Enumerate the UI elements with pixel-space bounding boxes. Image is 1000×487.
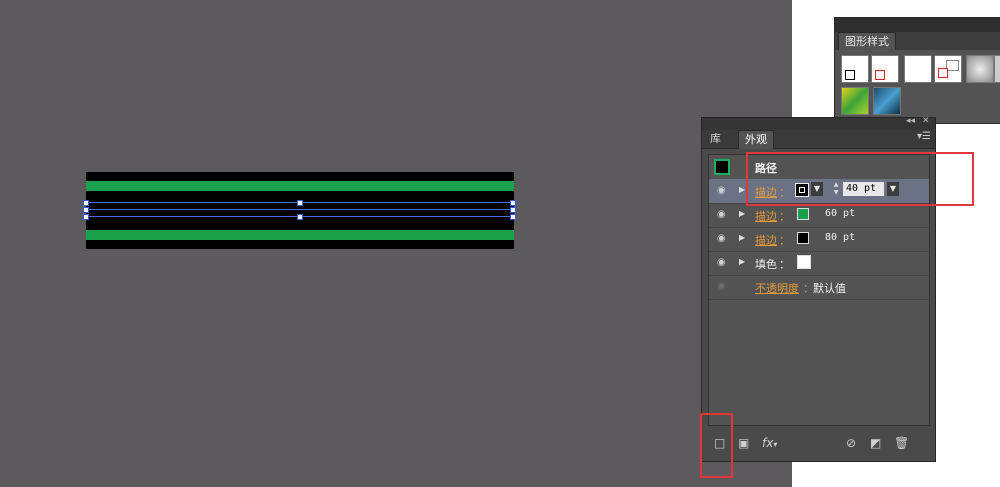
stroke-row-3[interactable]: ◉ ▶ 描边 ： 80 pt: [709, 227, 929, 252]
visibility-eye-icon[interactable]: ◉: [717, 233, 726, 244]
fill-colon: ：: [779, 258, 790, 271]
visibility-eye-icon[interactable]: ◉: [717, 209, 726, 220]
graphic-style-swatch[interactable]: [873, 87, 901, 115]
visibility-eye-icon[interactable]: ◉: [717, 257, 726, 268]
expand-triangle-icon[interactable]: ▶: [739, 185, 745, 194]
visibility-eye-icon[interactable]: ◉: [717, 185, 726, 196]
fx-label: fx: [762, 436, 774, 450]
stroke-color-swatch[interactable]: [797, 208, 809, 220]
fill-color-swatch[interactable]: [797, 255, 811, 269]
collapse-icon[interactable]: ◂◂: [906, 116, 915, 126]
stroke-row-2[interactable]: ◉ ▶ 描边 ： 60 pt: [709, 203, 929, 228]
anchor-handle[interactable]: [83, 214, 89, 220]
appearance-tabbar: 库 外观 ▾☰: [702, 130, 935, 149]
panel-titlebar[interactable]: ◂◂ ✕: [702, 116, 935, 130]
stroke-label[interactable]: 描边: [755, 208, 777, 224]
graphic-style-swatch[interactable]: [966, 55, 994, 83]
fill-row[interactable]: ◉ ▶ 填色 ：: [709, 251, 929, 276]
opacity-row[interactable]: ◉ 不透明度 ： 默认值: [709, 275, 929, 300]
graphic-style-swatch[interactable]: [904, 55, 932, 83]
anchor-handle[interactable]: [297, 214, 303, 220]
panel-titlebar[interactable]: [835, 18, 1000, 32]
path-thumbnail-icon: [714, 159, 730, 175]
highlight-box-stroke: [746, 152, 974, 206]
expand-triangle-icon[interactable]: ▶: [739, 257, 745, 266]
add-effect-icon[interactable]: fx▾: [762, 436, 777, 450]
tab-appearance[interactable]: 外观: [738, 130, 774, 149]
visibility-eye-icon[interactable]: ◉: [717, 281, 726, 292]
anchor-handle[interactable]: [510, 214, 516, 220]
delete-item-icon[interactable]: 🗑: [894, 436, 909, 450]
close-icon[interactable]: ✕: [922, 116, 930, 126]
appearance-bottom-toolbar: □ ▣ fx▾ ⊘ ◩ 🗑: [702, 427, 935, 461]
panel-menu-icon[interactable]: ▾☰: [917, 131, 931, 142]
expand-triangle-icon[interactable]: ▶: [739, 233, 745, 242]
fill-label: 填色: [755, 258, 777, 271]
tab-library[interactable]: 库: [704, 130, 727, 148]
anchor-handle[interactable]: [510, 207, 516, 213]
stroke-color-swatch[interactable]: [797, 232, 809, 244]
path-line-mid: [86, 209, 514, 210]
opacity-value: 默认值: [813, 282, 846, 295]
selected-path-artwork[interactable]: [83, 172, 516, 249]
stroke-weight-value: 60 pt: [825, 208, 856, 219]
opacity-label[interactable]: 不透明度: [755, 280, 799, 296]
tab-graphic-styles[interactable]: 图形样式: [838, 32, 896, 50]
graphic-style-swatch[interactable]: [841, 55, 869, 83]
graphic-style-swatch[interactable]: [841, 87, 869, 115]
anchor-handle[interactable]: [510, 200, 516, 206]
clear-appearance-icon[interactable]: ⊘: [846, 436, 856, 450]
highlight-box-add-stroke: [700, 413, 733, 478]
anchor-handle[interactable]: [83, 207, 89, 213]
graphic-style-swatch[interactable]: [994, 55, 1000, 83]
anchor-handle[interactable]: [297, 200, 303, 206]
graphic-styles-grid: [835, 50, 1000, 123]
add-new-fill-icon[interactable]: ▣: [738, 436, 749, 450]
graphic-style-swatch[interactable]: [934, 55, 962, 83]
inner-black-stroke: [86, 191, 514, 230]
duplicate-item-icon[interactable]: ◩: [870, 436, 881, 450]
graphic-styles-panel: 图形样式: [834, 17, 1000, 124]
stroke-weight-value: 80 pt: [825, 232, 856, 243]
expand-triangle-icon[interactable]: ▶: [739, 209, 745, 218]
stroke-colon: ：: [779, 210, 790, 223]
anchor-handle[interactable]: [83, 200, 89, 206]
graphic-style-swatch[interactable]: [871, 55, 899, 83]
stroke-label[interactable]: 描边: [755, 232, 777, 248]
stroke-colon: ：: [779, 234, 790, 247]
